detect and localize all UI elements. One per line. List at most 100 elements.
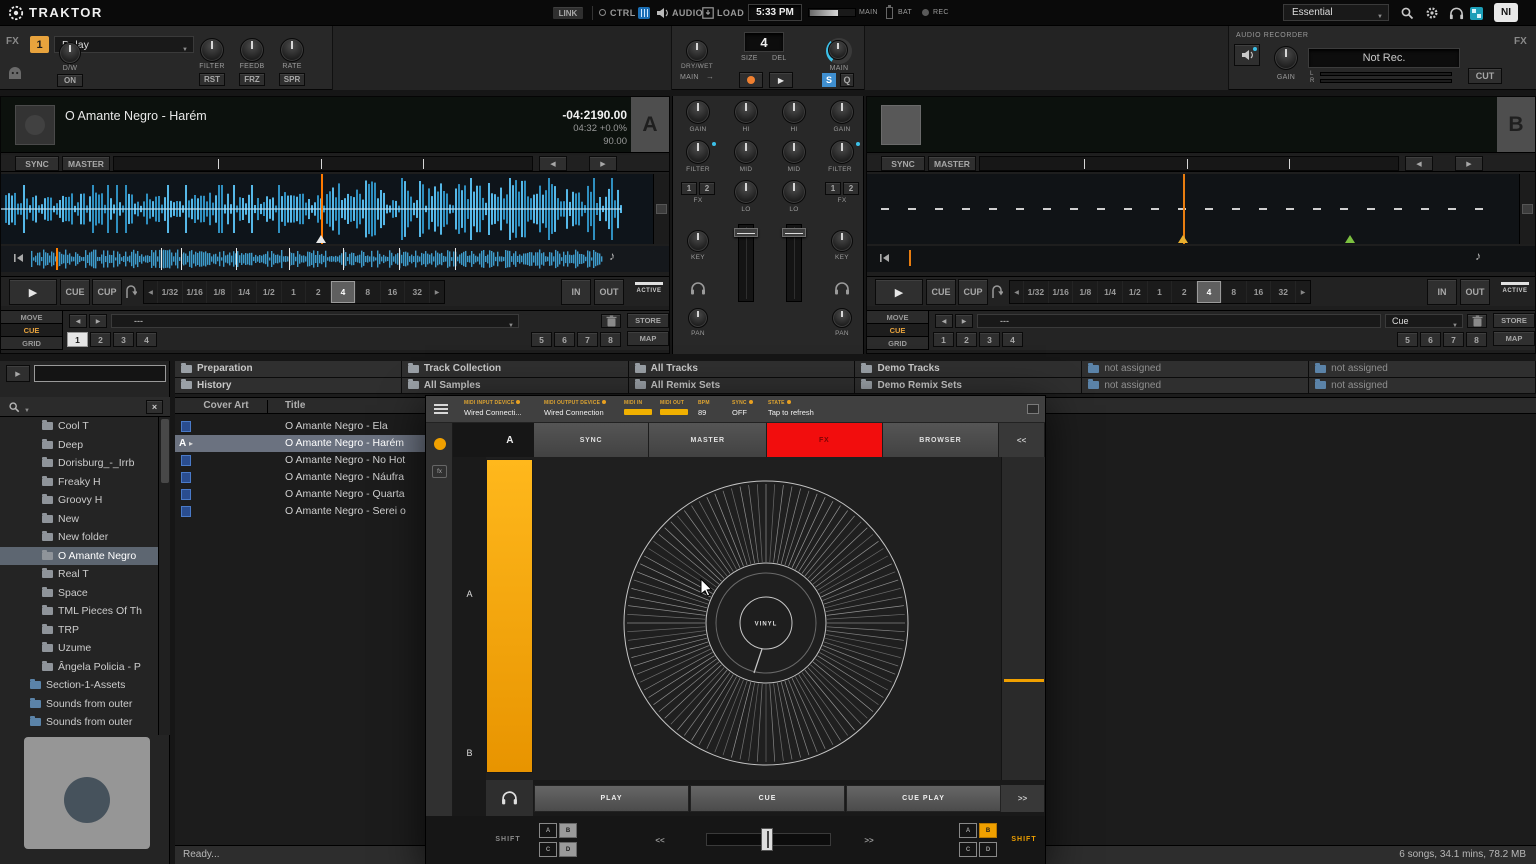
right-pad-c[interactable]: C — [959, 842, 977, 857]
favorite-track-collection[interactable]: Track Collection — [402, 361, 629, 378]
channel-a-mid-knob[interactable] — [734, 140, 758, 164]
tree-item-tml-pieces[interactable]: TML Pieces Of Th — [0, 602, 158, 621]
sync-field[interactable]: SYNC OFF — [732, 400, 753, 417]
deck-a-loop-16[interactable]: 16 — [381, 281, 406, 303]
favorite-demo-remix-sets[interactable]: Demo Remix Sets — [855, 378, 1082, 395]
fx-knob-1-button[interactable]: RST — [199, 73, 225, 86]
track-row-3[interactable]: O Amante Negro - No Hot — [175, 452, 425, 469]
controller-cue-play-button[interactable]: CUE PLAY — [846, 785, 1001, 812]
controller-master-button[interactable]: MASTER — [649, 423, 767, 457]
jog-wheel[interactable]: VINYL — [533, 457, 1001, 780]
record-indicator-icon[interactable] — [922, 9, 929, 16]
gear-icon[interactable] — [516, 400, 520, 404]
gear-icon[interactable] — [602, 400, 606, 404]
tree-scrollbar[interactable] — [158, 417, 170, 735]
deck-b-hotcue-8[interactable]: 8 — [1466, 332, 1487, 347]
deck-b-loop-1-16[interactable]: 1/16 — [1049, 281, 1074, 303]
tree-item-uzume[interactable]: Uzume — [0, 639, 158, 658]
snap-button[interactable]: S — [822, 73, 836, 87]
tree-item-deep[interactable]: Deep — [0, 436, 158, 455]
deck-a-hotcue-4[interactable]: 4 — [136, 332, 157, 347]
deck-b-play-button[interactable] — [875, 279, 923, 305]
tree-item-sounds-from-outer-1[interactable]: Sounds from outer — [0, 695, 158, 714]
fx-knob-3-button[interactable]: SPR — [279, 73, 305, 86]
deck-a-loop-1-32[interactable]: 1/32 — [158, 281, 183, 303]
deck-b-loop-8[interactable]: 8 — [1222, 281, 1247, 303]
deck-a-loop-1-16[interactable]: 1/16 — [183, 281, 208, 303]
search-icon[interactable] — [8, 401, 20, 416]
deck-b-loop-1-8[interactable]: 1/8 — [1073, 281, 1098, 303]
search-clear-button[interactable] — [146, 400, 163, 414]
deck-view-icon[interactable] — [434, 438, 446, 450]
deck-a-stripe[interactable] — [1, 246, 669, 272]
expand-right-button[interactable]: >> — [1001, 785, 1045, 812]
deck-b-loop-active[interactable]: ACTIVE — [1496, 281, 1534, 303]
deck-b-loop-out-button[interactable]: OUT — [1460, 279, 1490, 305]
track-row-6[interactable]: O Amante Negro - Serei o — [175, 503, 425, 520]
crossfader-right-label[interactable]: >> — [858, 836, 880, 845]
master-record-button[interactable] — [739, 72, 763, 88]
deck-a-loop-smaller-button[interactable] — [144, 281, 158, 303]
tree-item-space[interactable]: Space — [0, 584, 158, 603]
channel-a-gain-knob[interactable] — [686, 100, 710, 124]
deck-b-hotcue-1[interactable]: 1 — [933, 332, 954, 347]
deck-a-loop-in-button[interactable]: IN — [561, 279, 591, 305]
fx-knob-2-button[interactable]: FRZ — [239, 73, 265, 86]
controller-deck-label[interactable]: A — [486, 423, 534, 457]
skip-to-start-icon[interactable] — [13, 253, 25, 266]
controller-fx-button[interactable]: FX — [767, 423, 883, 457]
deck-a-loop-1-2[interactable]: 1/2 — [257, 281, 282, 303]
column-divider[interactable] — [267, 400, 268, 413]
shift-right-label[interactable]: SHIFT — [1004, 836, 1044, 843]
deck-b-loop-2[interactable]: 2 — [1172, 281, 1197, 303]
deck-a-flux-icon[interactable] — [125, 284, 137, 303]
tree-item-new[interactable]: New — [0, 510, 158, 529]
channel-b-monitor-icon[interactable] — [834, 282, 850, 298]
deck-a-play-button[interactable] — [9, 279, 57, 305]
tree-item-sounds-from-outer-2[interactable]: Sounds from outer — [0, 713, 158, 732]
left-pad-a[interactable]: A — [539, 823, 557, 838]
fx-view-icon[interactable] — [432, 465, 447, 478]
favorite-not-assigned-1[interactable]: not assigned — [1082, 361, 1309, 378]
track-row-5[interactable]: O Amante Negro - Quarta — [175, 486, 425, 503]
deck-b-loop-1-2[interactable]: 1/2 — [1123, 281, 1148, 303]
tree-item-new-folder[interactable]: New folder — [0, 528, 158, 547]
controller-sync-button[interactable]: SYNC — [534, 423, 650, 457]
layout-select[interactable]: Essential — [1283, 4, 1389, 21]
deck-b-loop-smaller-button[interactable] — [1010, 281, 1024, 303]
deck-b-flux-icon[interactable] — [991, 284, 1003, 303]
tree-item-o-amante-negro-selected[interactable]: O Amante Negro — [0, 547, 158, 566]
deck-b-grid-tab[interactable]: GRID — [867, 337, 929, 350]
tempo-strip[interactable] — [1001, 457, 1045, 780]
deck-b-cue-button[interactable]: CUE — [926, 279, 956, 305]
deck-a-loop-1[interactable]: 1 — [282, 281, 307, 303]
favorite-all-samples[interactable]: All Samples — [402, 378, 629, 395]
metronome-icon[interactable] — [638, 7, 650, 19]
deck-b-sync-button[interactable]: SYNC — [881, 156, 925, 171]
channel-a-hi-knob[interactable] — [734, 100, 758, 124]
state-field[interactable]: STATE Tap to refresh — [768, 400, 814, 417]
deck-a-waveform[interactable] — [1, 174, 669, 244]
sidebar-maximize-button[interactable] — [6, 365, 30, 382]
controller-cue-button[interactable]: CUE — [690, 785, 845, 812]
deck-b-loop-32[interactable]: 32 — [1271, 281, 1296, 303]
deck-b-hotcue-7[interactable]: 7 — [1443, 332, 1464, 347]
deck-b-waveform[interactable] — [867, 174, 1535, 244]
favorite-preparation[interactable]: Preparation — [175, 361, 402, 378]
channel-a-key-knob[interactable] — [687, 230, 709, 252]
deck-a-cue-prev-button[interactable] — [69, 314, 87, 328]
deck-a-hotcue-1[interactable]: 1 — [67, 332, 88, 347]
deck-b-cue-type-select[interactable]: Cue — [1385, 314, 1463, 328]
favorite-history[interactable]: History — [175, 378, 402, 395]
channel-a-fx2-button[interactable]: 2 — [699, 182, 715, 195]
deck-b-stripe[interactable] — [867, 246, 1535, 272]
deck-a-loop-1-4[interactable]: 1/4 — [232, 281, 257, 303]
deck-a-loop-bigger-button[interactable] — [430, 281, 444, 303]
deck-b-hotcue-5[interactable]: 5 — [1397, 332, 1418, 347]
key-lock-icon[interactable] — [609, 249, 615, 263]
crossfader-handle[interactable] — [761, 828, 773, 851]
headphones-icon[interactable] — [1449, 7, 1464, 23]
deck-a-delete-cue-button[interactable] — [601, 314, 621, 328]
channel-a-filter-knob[interactable] — [686, 140, 710, 164]
favorite-not-assigned-2[interactable]: not assigned — [1309, 361, 1536, 378]
